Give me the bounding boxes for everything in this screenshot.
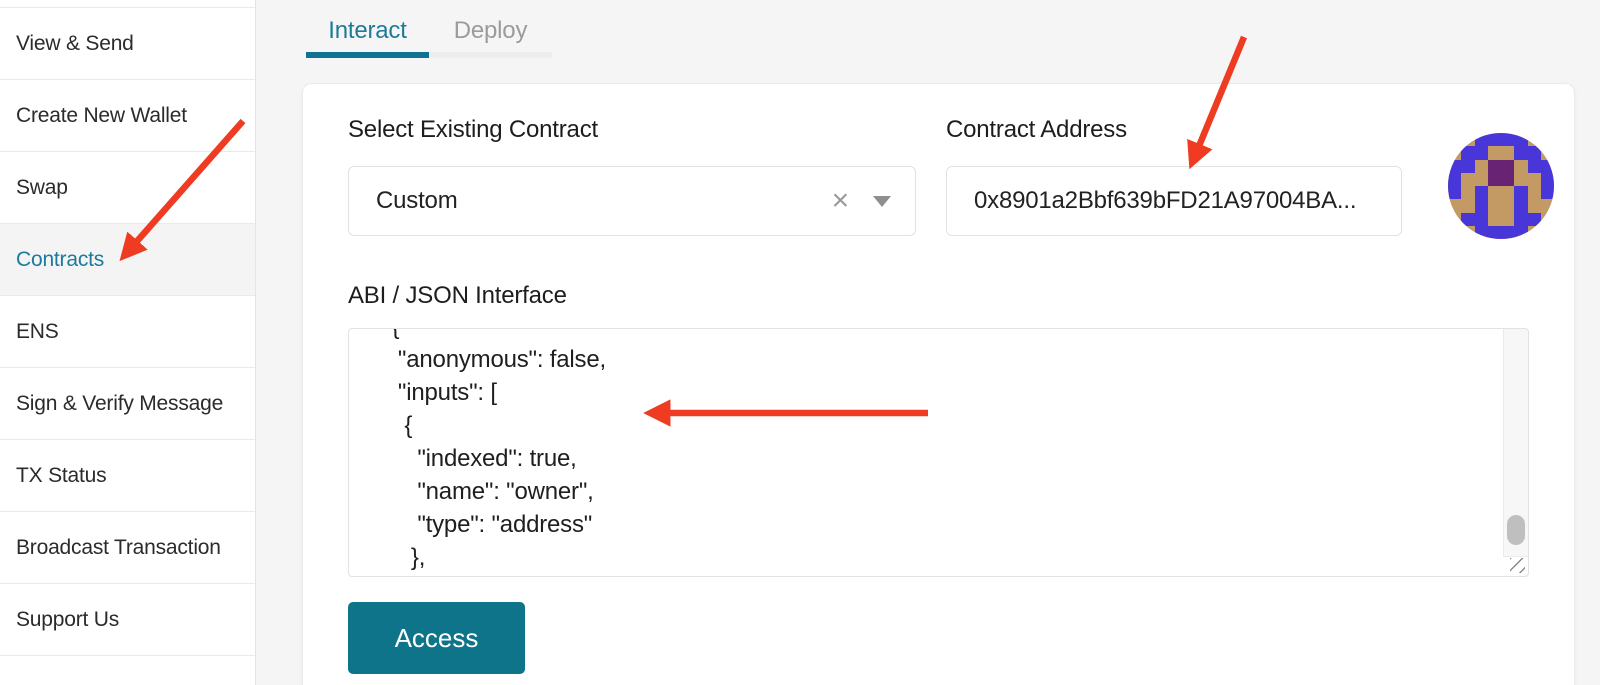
interact-contract-card: Select Existing Contract Custom × Contra… bbox=[302, 83, 1575, 685]
sidebar: View & Send Create New Wallet Swap Contr… bbox=[0, 0, 256, 685]
tab-deploy[interactable]: Deploy bbox=[429, 10, 552, 58]
abi-json-interface-label: ABI / JSON Interface bbox=[348, 282, 567, 310]
tab-interact[interactable]: Interact bbox=[306, 10, 429, 58]
sidebar-item-support-us[interactable]: Support Us bbox=[0, 583, 255, 655]
clear-selection-icon[interactable]: × bbox=[832, 186, 849, 216]
select-controls: × bbox=[832, 186, 891, 216]
chevron-down-icon bbox=[873, 196, 891, 207]
sidebar-menu: View & Send Create New Wallet Swap Contr… bbox=[0, 7, 255, 656]
resize-handle-icon[interactable] bbox=[1510, 558, 1525, 573]
sidebar-item-ens[interactable]: ENS bbox=[0, 295, 255, 367]
sidebar-item-sign-verify-message[interactable]: Sign & Verify Message bbox=[0, 367, 255, 439]
access-button[interactable]: Access bbox=[348, 602, 525, 674]
contract-address-input[interactable] bbox=[946, 166, 1402, 236]
abi-scrollbar-thumb[interactable] bbox=[1507, 515, 1525, 545]
existing-contract-select[interactable]: Custom × bbox=[348, 166, 916, 236]
sidebar-item-swap[interactable]: Swap bbox=[0, 151, 255, 223]
contracts-page: { "sidebar": { "items": [ { "label": "Vi… bbox=[0, 0, 1600, 685]
contract-identicon bbox=[1448, 133, 1554, 239]
contract-tabs: Interact Deploy bbox=[306, 10, 552, 58]
selected-contract-value: Custom bbox=[376, 187, 458, 215]
sidebar-item-contracts[interactable]: Contracts bbox=[0, 223, 255, 295]
sidebar-item-broadcast-transaction[interactable]: Broadcast Transaction bbox=[0, 511, 255, 583]
select-existing-contract-label: Select Existing Contract bbox=[348, 116, 598, 144]
abi-textarea[interactable]: { "anonymous": false, "inputs": [ { "ind… bbox=[348, 328, 1529, 577]
abi-content: { "anonymous": false, "inputs": [ { "ind… bbox=[349, 328, 1528, 574]
sidebar-item-create-new-wallet[interactable]: Create New Wallet bbox=[0, 79, 255, 151]
sidebar-item-view-send[interactable]: View & Send bbox=[0, 7, 255, 79]
sidebar-item-tx-status[interactable]: TX Status bbox=[0, 439, 255, 511]
contract-address-label: Contract Address bbox=[946, 116, 1127, 144]
